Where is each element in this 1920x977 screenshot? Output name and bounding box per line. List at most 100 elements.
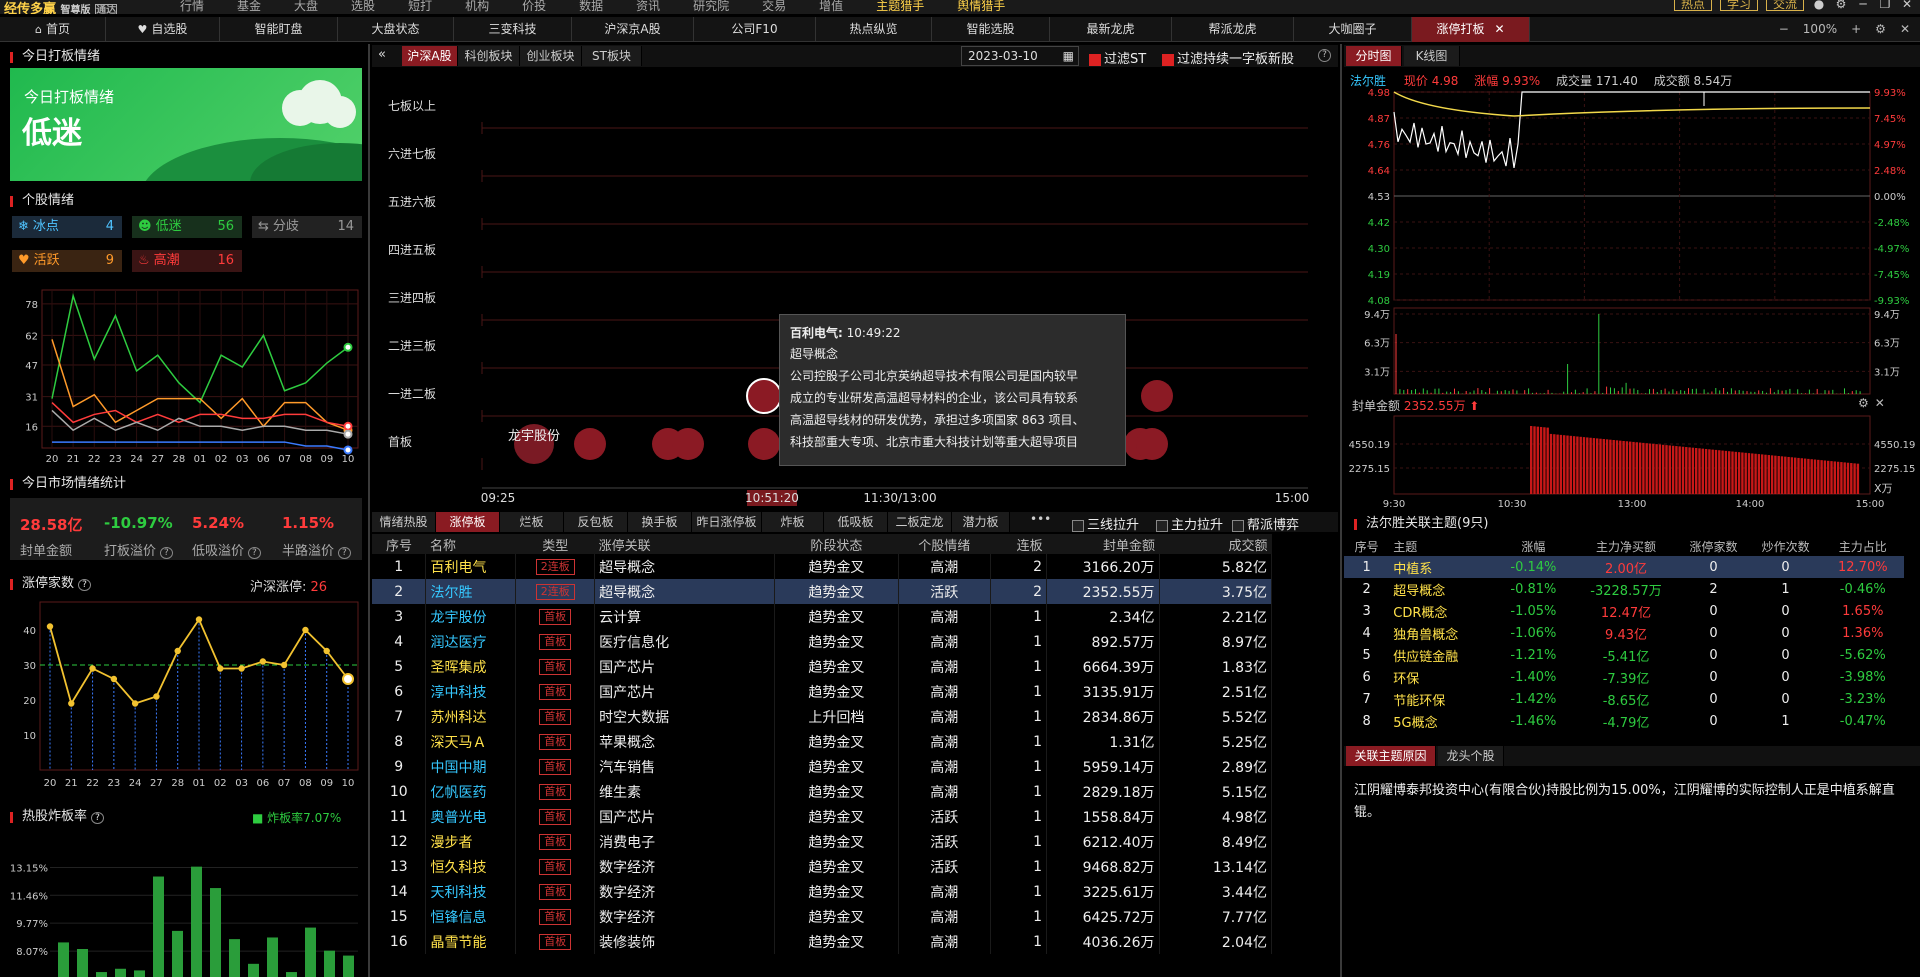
list-tab[interactable]: 换手板 [628,512,692,532]
close-icon[interactable]: ✕ [1900,0,1914,11]
table-row[interactable]: 15 恒锋信息 首板 数字经济 趋势金叉 高潮 1 6425.72万 7.77亿 [372,904,1272,929]
list-tab[interactable]: 二板定龙 [888,512,952,532]
menu-item[interactable]: 数据 [579,0,603,14]
collapse-icon[interactable]: « [378,47,386,62]
menu-item[interactable]: 短打 [408,0,432,14]
table-row[interactable]: 6 环保 -1.40% -7.39亿 0 0 -3.98% [1344,666,1904,688]
menu-item[interactable]: 增值 [819,0,843,14]
chart-tab[interactable]: K线图 [1404,46,1460,66]
table-row[interactable]: 11 奥普光电 首板 国产芯片 趋势金叉 活跃 1 1558.84万 4.98亿 [372,804,1272,829]
tab-2[interactable]: 智能盯盘 [220,17,338,42]
list-tab[interactable]: 烂板 [500,512,564,532]
gear-icon[interactable]: ⚙ [1858,396,1869,410]
top-right-button[interactable]: 学习 [1720,0,1758,11]
market-tab[interactable]: 科创板块 [458,46,520,66]
menu-item[interactable]: 舆情猎手 [957,0,1005,14]
reason-tab[interactable]: 关联主题原因 [1346,746,1436,766]
reason-tab[interactable]: 龙头个股 [1438,746,1504,766]
top-right-button[interactable]: 热点 [1674,0,1712,11]
table-row[interactable]: 2 超导概念 -0.81% -3228.57万 2 1 -0.46% [1344,578,1904,600]
column-header[interactable]: 主力净买额 [1575,536,1678,556]
menu-item[interactable]: 机构 [465,0,489,14]
tab-1[interactable]: ♥ 自选股 [106,17,220,42]
menu-item[interactable]: 研究院 [693,0,729,14]
checkbox-box[interactable] [1156,520,1168,532]
tab-0[interactable]: ⌂ 首页 [0,17,106,42]
menu-item[interactable]: 基金 [237,0,261,14]
column-header[interactable]: 炒作次数 [1750,536,1822,556]
table-row[interactable]: 4 润达医疗 首板 医疗信息化 趋势金叉 高潮 1 892.57万 8.97亿 [372,629,1272,654]
column-header[interactable]: 封单金额 [1047,534,1159,554]
table-row[interactable]: 8 深天马Ａ 首板 苹果概念 趋势金叉 高潮 1 1.31亿 5.25亿 [372,729,1272,754]
gear-icon[interactable]: ⚙ [1875,17,1886,42]
tab-5[interactable]: 沪深京A股 [572,17,694,42]
table-row[interactable]: 8 5G概念 -1.46% -4.79亿 0 1 -0.47% [1344,710,1904,732]
list-tab[interactable]: 涨停板 [436,512,500,532]
zoom-level[interactable]: 100% [1803,17,1837,42]
filter-checkbox[interactable]: 帮派博弈 [1232,514,1299,533]
column-header[interactable]: 序号 [372,534,426,554]
table-row[interactable]: 5 供应链金融 -1.21% -5.41亿 0 0 -5.62% [1344,644,1904,666]
table-row[interactable]: 16 晶雪节能 首板 装修装饰 趋势金叉 高潮 1 4036.26万 2.04亿 [372,929,1272,954]
help-icon[interactable]: ? [160,547,173,559]
market-tab[interactable]: 沪深A股 [402,46,458,66]
tab-3[interactable]: 大盘状态 [338,17,454,42]
column-header[interactable]: 涨停关联 [595,534,775,554]
table-row[interactable]: 9 中国中期 首板 汽车销售 趋势金叉 高潮 1 5959.14万 2.89亿 [372,754,1272,779]
column-header[interactable]: 序号 [1344,536,1389,556]
table-row[interactable]: 10 亿帆医药 首板 维生素 趋势金叉 高潮 1 2829.18万 5.15亿 [372,779,1272,804]
minimize-icon[interactable]: ─ [1856,0,1870,11]
column-header[interactable]: 阶段状态 [775,534,899,554]
table-row[interactable]: 7 节能环保 -1.42% -8.65亿 0 0 -3.23% [1344,688,1904,710]
top-right-button[interactable]: 交流 [1766,0,1804,11]
user-icon[interactable]: ● [1812,0,1826,11]
table-row[interactable]: 3 CDR概念 -1.05% 12.47亿 0 0 1.65% [1344,600,1904,622]
table-row[interactable]: 13 恒久科技 首板 数字经济 趋势金叉 活跃 1 9468.82万 13.14亿 [372,854,1272,879]
filter-checkbox[interactable]: 三线拉升 [1072,514,1139,533]
table-row[interactable]: 1 中植系 -0.14% 2.00亿 0 0 12.70% [1344,556,1904,578]
list-tab[interactable]: 炸板 [762,512,824,532]
date-picker[interactable]: 2023-03-10 ▦ [961,46,1079,66]
market-tab[interactable]: ST板块 [582,46,642,66]
filter-checkbox[interactable]: 主力拉升 [1156,514,1223,533]
column-header[interactable]: 连板 [990,534,1046,554]
tab-11[interactable]: 大咖圈子 [1294,17,1412,42]
close-icon[interactable]: ✕ [1900,17,1910,42]
list-tab[interactable]: 昨日涨停板 [692,512,762,532]
minus-icon[interactable]: − [1779,17,1789,42]
chart-tab[interactable]: 分时图 [1346,46,1402,66]
menu-item[interactable]: 选股 [351,0,375,14]
column-header[interactable]: 涨停家数 [1678,536,1750,556]
list-tab[interactable]: 反包板 [564,512,628,532]
more-icon[interactable]: ••• [1030,512,1051,526]
tab-9[interactable]: 最新龙虎 [1050,17,1172,42]
table-row[interactable]: 14 天利科技 首板 数字经济 趋势金叉 高潮 1 3225.61万 3.44亿 [372,879,1272,904]
table-row[interactable]: 7 苏州科达 首板 时空大数据 上升回档 高潮 1 2834.86万 5.52亿 [372,704,1272,729]
gear-icon[interactable]: ⚙ [1834,0,1848,11]
table-row[interactable]: 6 淳中科技 首板 国产芯片 趋势金叉 高潮 1 3135.91万 2.51亿 [372,679,1272,704]
tab-6[interactable]: 公司F10 [694,17,816,42]
filter-st-checkbox[interactable]: 过滤ST [1089,48,1146,67]
menu-item[interactable]: 资讯 [636,0,660,14]
restore-icon[interactable]: ❐ [1878,0,1892,11]
menu-item[interactable]: 主题猎手 [876,0,924,14]
menu-item[interactable]: 大盘 [294,0,318,14]
column-header[interactable]: 涨幅 [1492,536,1574,556]
filter-one-checkbox[interactable]: 过滤持续一字板新股 [1162,48,1294,67]
table-row[interactable]: 4 独角兽概念 -1.06% 9.43亿 0 0 1.36% [1344,622,1904,644]
list-tab[interactable]: 潜力板 [952,512,1010,532]
market-tab[interactable]: 创业板块 [520,46,582,66]
tab-10[interactable]: 帮派龙虎 [1172,17,1294,42]
column-header[interactable]: 名称 [426,534,516,554]
list-tab[interactable]: 低吸板 [824,512,888,532]
tab-4[interactable]: 三变科技 [454,17,572,42]
tab-7[interactable]: 热点纵览 [816,17,932,42]
table-row[interactable]: 12 漫步者 首板 消费电子 趋势金叉 活跃 1 6212.40万 8.49亿 [372,829,1272,854]
close-icon[interactable]: ✕ [1494,22,1504,36]
close-icon[interactable]: ✕ [1875,396,1885,410]
table-row[interactable]: 3 龙宇股份 首板 云计算 趋势金叉 高潮 1 2.34亿 2.21亿 [372,604,1272,629]
column-header[interactable]: 成交额 [1159,534,1271,554]
tab-8[interactable]: 智能选股 [932,17,1050,42]
menu-item[interactable]: 交易 [762,0,786,14]
column-header[interactable]: 主题 [1389,536,1492,556]
